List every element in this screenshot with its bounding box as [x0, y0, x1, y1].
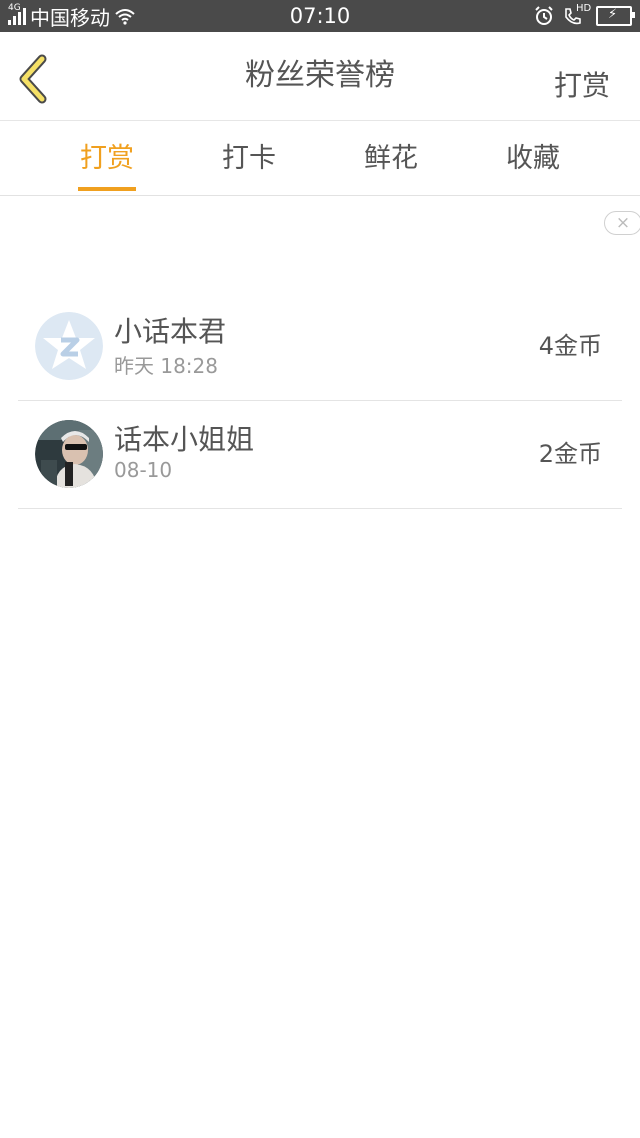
hd-label: HD: [576, 3, 592, 14]
list-item[interactable]: 小话本君 昨天 18:28 4金币: [18, 292, 622, 401]
reward-button[interactable]: 打赏: [554, 64, 610, 104]
reward-time: 08-10: [114, 458, 173, 482]
avatar: [35, 312, 103, 380]
back-button[interactable]: [14, 54, 54, 104]
page-title: 粉丝荣誉榜: [245, 58, 395, 93]
close-button[interactable]: ×: [604, 211, 640, 235]
tab-flowers[interactable]: 鲜花: [331, 121, 451, 195]
tab-checkin[interactable]: 打卡: [189, 121, 309, 195]
list-item[interactable]: 话本小姐姐 08-10 2金币: [18, 400, 622, 509]
tab-bar: 打赏 打卡 鲜花 收藏: [0, 121, 640, 196]
user-name: 小话本君: [114, 315, 227, 348]
alarm-icon: [535, 6, 553, 25]
hd-call-indicator: HD: [562, 3, 592, 27]
tab-reward[interactable]: 打赏: [47, 121, 167, 195]
status-right: HD ⚡: [534, 0, 635, 32]
chevron-left-icon: [19, 54, 47, 104]
coin-amount: 2金币: [538, 440, 602, 468]
reward-time: 昨天 18:28: [114, 354, 218, 378]
tab-favorites[interactable]: 收藏: [473, 121, 593, 195]
photo-avatar-icon: [35, 420, 103, 488]
qq-default-avatar-icon: [35, 312, 103, 380]
nav-bar: 粉丝荣誉榜 打赏: [0, 32, 640, 121]
battery-icon: ⚡: [596, 6, 635, 26]
user-name: 话本小姐姐: [114, 423, 255, 456]
status-bar: 4G 中国移动 07:10 HD ⚡: [0, 0, 640, 32]
charging-icon: ⚡: [608, 7, 618, 22]
coin-amount: 4金币: [538, 332, 602, 360]
avatar: [35, 420, 103, 488]
